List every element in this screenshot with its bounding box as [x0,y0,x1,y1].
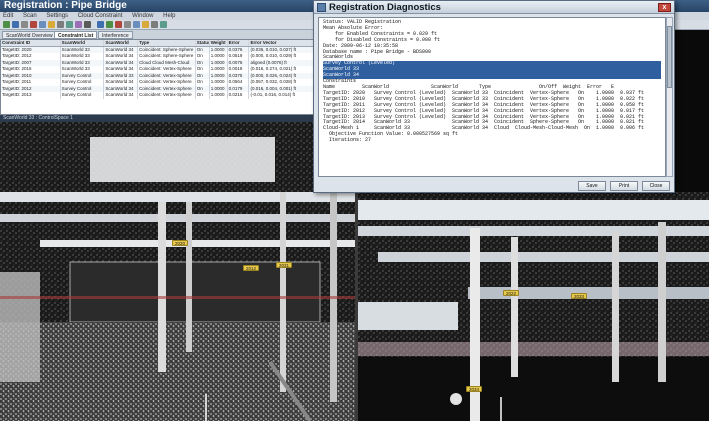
table-cell: (-0.01, 0.016, 0.014) ft [249,92,319,99]
unlink-icon[interactable] [115,21,122,28]
target-tag[interactable]: 2012 [243,265,260,271]
header-error-vector[interactable]: Error Vector [249,40,319,46]
delete-icon[interactable] [30,21,37,28]
header-scanworld-2[interactable]: ScanWorld [104,40,139,46]
pan-icon[interactable] [66,21,73,28]
header-scanworld-1[interactable]: ScanWorld [61,40,105,46]
tab-interference[interactable]: Interference [98,31,133,39]
table-cell: 1.0000 [210,92,228,99]
header-weight[interactable]: Weight [210,40,228,46]
table-row[interactable]: TargetID: 2013 Survey Control ScanWorld 34… [1,92,319,99]
dialog-title: Registration Diagnostics [329,2,441,13]
save-icon[interactable] [3,21,10,28]
target-tag[interactable]: 2020 [172,240,189,246]
mesh-icon[interactable] [106,21,113,28]
target-icon[interactable] [48,21,55,28]
tab-scanworld-overview[interactable]: ScanWorld Overview [2,31,57,39]
target-tag[interactable]: 2033 [571,293,588,299]
zoom-icon[interactable] [57,21,64,28]
table-cell: TargetID: 2013 [1,92,61,99]
table-cell: Survey Control [61,92,105,99]
menu-window[interactable]: Window [132,13,153,19]
target-tag[interactable]: 2022 [503,290,520,296]
save-button[interactable]: Save [578,181,606,191]
registration-icon [317,3,326,12]
header-error[interactable]: Error [228,40,250,46]
register-icon[interactable] [12,21,19,28]
table-cell: 0.0216 [228,92,250,99]
menu-help[interactable]: Help [163,13,175,19]
close-icon[interactable]: x [658,3,671,12]
select-icon[interactable] [21,21,28,28]
highlight-icon[interactable] [142,21,149,28]
diagnostics-report[interactable]: Status: VALID Registration Mean Absolute … [318,17,666,177]
constraint-table: Constraint ID ScanWorld ScanWorld Type S… [0,39,320,115]
layer-icon[interactable] [160,21,167,28]
menu-scan[interactable]: Scan [23,13,37,19]
measure-icon[interactable] [151,21,158,28]
settings-icon[interactable] [124,21,131,28]
header-status[interactable]: Status [196,40,210,46]
table-body: TargetID: 2020 ScanWorld 33 ScanWorld 34 Co… [1,46,319,99]
scrollbar-thumb[interactable] [667,26,672,88]
print-button[interactable]: Print [610,181,638,191]
dialog-titlebar[interactable]: Registration Diagnostics x [314,1,674,14]
point-cloud-viewport-right[interactable]: 2022 2033 2034 [358,192,709,421]
registration-diagnostics-dialog: Registration Diagnostics x Status: VALID… [313,0,675,193]
target-tag[interactable]: 2034 [466,386,483,392]
cloud-icon[interactable] [97,21,104,28]
header-type[interactable]: Type [138,40,196,46]
table-cell: ScanWorld 34 [104,92,139,99]
point-cloud-left [0,122,355,421]
close-button[interactable]: Close [642,181,670,191]
tab-constraint-list[interactable]: Constraint List [54,31,98,39]
point-cloud-viewport-left[interactable]: 2020 2012 2031 [0,122,355,421]
report-scrollbar[interactable] [666,17,673,177]
table-cell: On [196,92,210,99]
viewport-title: ScanWorld 33 : ControlSpace 1 [0,115,355,122]
rotate-icon[interactable] [75,21,82,28]
target-tag[interactable]: 2031 [276,262,293,268]
add-constraint-icon[interactable] [39,21,46,28]
report-line: Iterations: 27 [323,137,372,144]
menu-settings[interactable]: Settings [46,13,68,19]
header-constraint-id[interactable]: Constraint ID [1,40,61,46]
fit-view-icon[interactable] [84,21,91,28]
menu-cloud-constraint[interactable]: Cloud Constraint [78,13,123,19]
point-cloud-right [358,192,709,421]
view-icon[interactable] [133,21,140,28]
menu-edit[interactable]: Edit [3,13,13,19]
panel-tabs: ScanWorld Overview Constraint List Inter… [0,30,320,39]
table-cell: Coincident: Vertex-Sphere [138,92,196,99]
